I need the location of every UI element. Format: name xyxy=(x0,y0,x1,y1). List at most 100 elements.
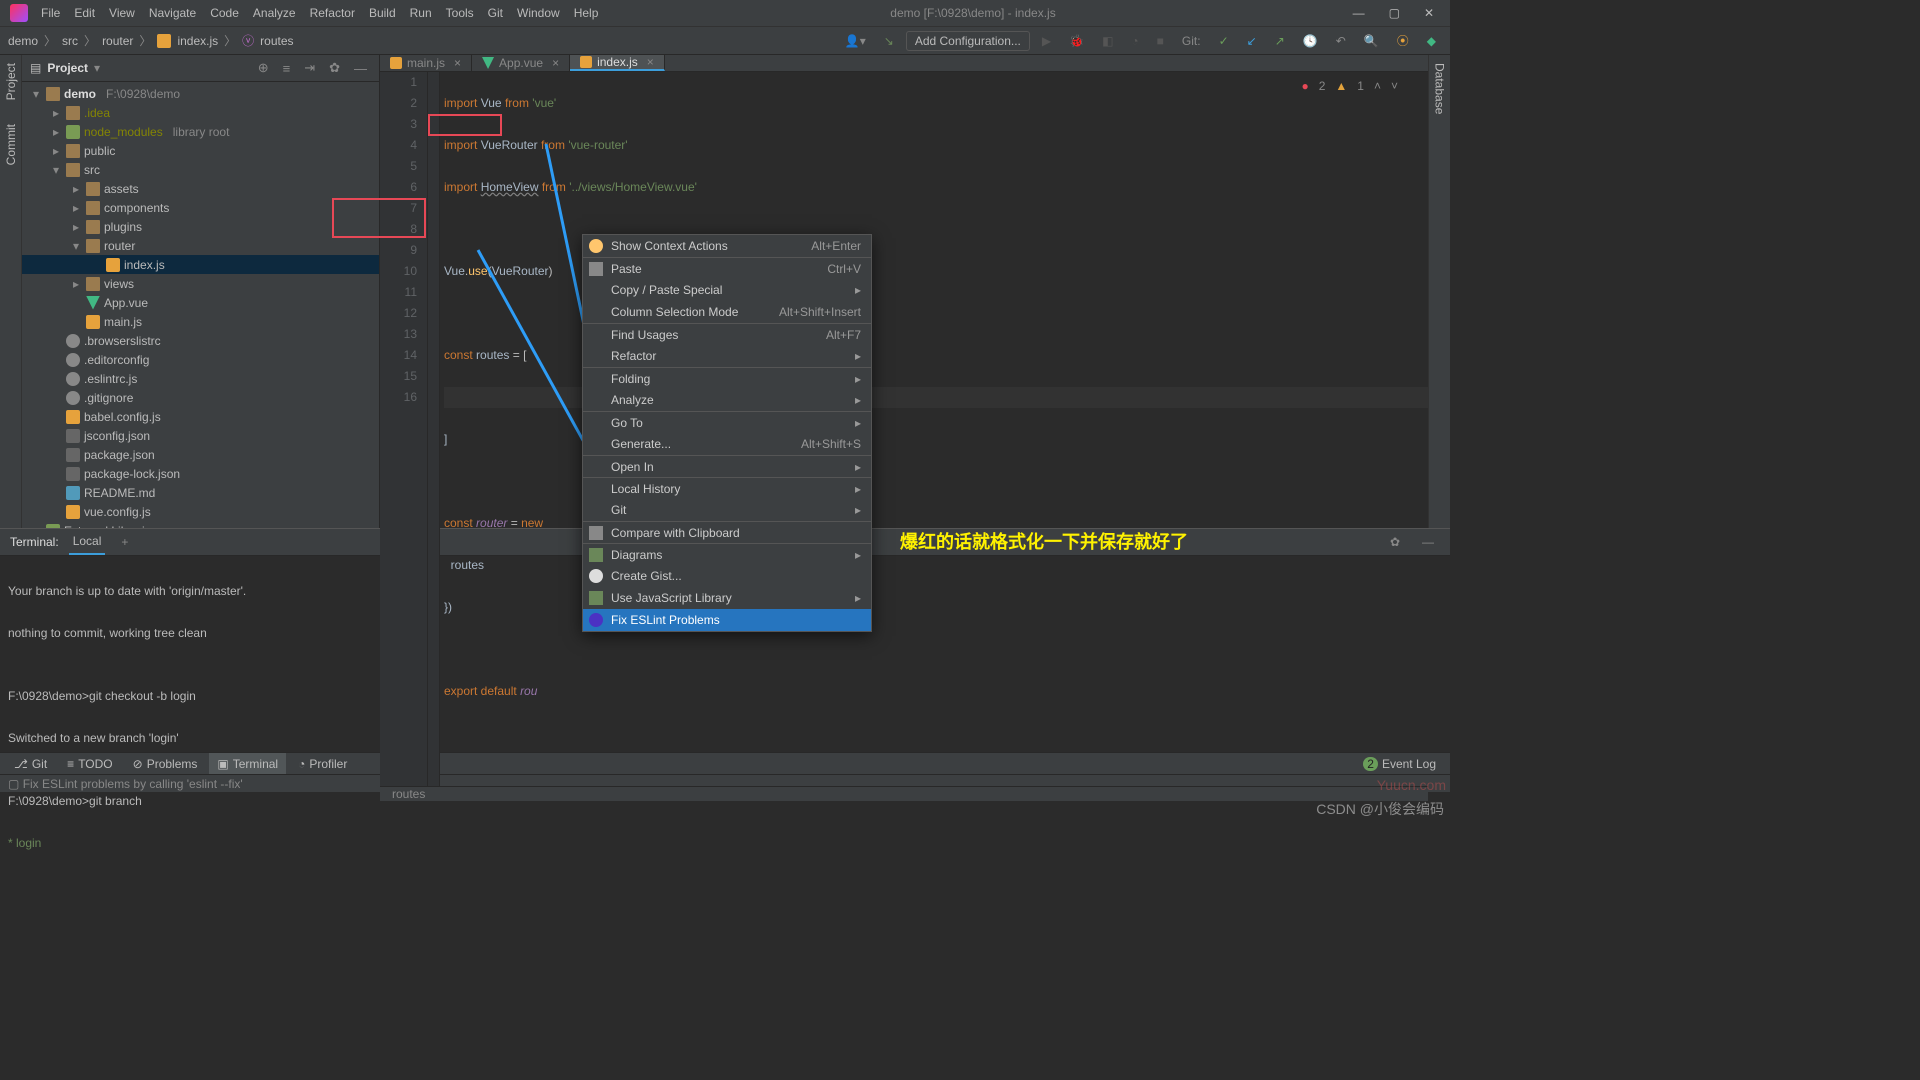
ctx-paste[interactable]: PasteCtrl+V xyxy=(583,257,871,279)
ctx-copy-paste-special[interactable]: Copy / Paste Special▸ xyxy=(583,279,871,301)
ctx-column-selection[interactable]: Column Selection ModeAlt+Shift+Insert xyxy=(583,301,871,323)
ctx-create-gist[interactable]: Create Gist... xyxy=(583,565,871,587)
ide-features-icon[interactable]: ⦿ xyxy=(1391,32,1415,49)
maximize-button[interactable]: ▢ xyxy=(1377,6,1412,20)
eslint-icon xyxy=(589,613,603,627)
line-gutter: 1234 5678 9101112 13141516 xyxy=(380,72,428,786)
menu-navigate[interactable]: Navigate xyxy=(142,0,203,26)
tree-extlib: External Libraries xyxy=(64,524,157,529)
crumb-indexjs[interactable]: index.js xyxy=(177,34,218,48)
add-configuration-button[interactable]: Add Configuration... xyxy=(906,31,1030,51)
ctx-git[interactable]: Git▸ xyxy=(583,499,871,521)
ctx-show-context-actions[interactable]: Show Context ActionsAlt+Enter xyxy=(583,235,871,257)
git-label: Git: xyxy=(1176,34,1207,48)
ctx-diagrams[interactable]: Diagrams▸ xyxy=(583,543,871,565)
run-icon[interactable]: ▶ xyxy=(1036,34,1057,48)
menubar: File Edit View Navigate Code Analyze Ref… xyxy=(0,0,1450,27)
ctx-generate[interactable]: Generate...Alt+Shift+S xyxy=(583,433,871,455)
ctx-find-usages[interactable]: Find UsagesAlt+F7 xyxy=(583,323,871,345)
menu-code[interactable]: Code xyxy=(203,0,246,26)
menu-build[interactable]: Build xyxy=(362,0,403,26)
minimize-button[interactable]: — xyxy=(1341,6,1377,20)
menu-window[interactable]: Window xyxy=(510,0,567,26)
commit-tool-button[interactable]: Commit xyxy=(4,124,18,165)
crumb-router[interactable]: router xyxy=(102,34,133,48)
close-icon[interactable]: × xyxy=(552,56,559,70)
status-tw-icon[interactable]: ▢ xyxy=(8,777,19,791)
compare-icon xyxy=(589,526,603,540)
fold-gutter[interactable] xyxy=(428,72,440,786)
tab-appvue[interactable]: App.vue× xyxy=(472,55,570,71)
profile-icon[interactable]: ◔ xyxy=(1125,34,1144,48)
menu-file[interactable]: File xyxy=(34,0,67,26)
project-tool-button[interactable]: Project xyxy=(4,63,18,100)
git-rollback-icon[interactable]: ↶ xyxy=(1330,34,1352,48)
chevron-up-icon[interactable]: ˄ xyxy=(1374,76,1381,97)
status-message: Fix ESLint problems by calling 'eslint -… xyxy=(23,777,243,791)
editor-breadcrumb[interactable]: routes xyxy=(380,786,1428,801)
settings-icon[interactable]: ✿ xyxy=(325,60,344,76)
git-push-icon[interactable]: ↗ xyxy=(1269,34,1291,48)
menu-git[interactable]: Git xyxy=(481,0,510,26)
js-icon xyxy=(580,56,592,68)
close-icon[interactable]: × xyxy=(647,55,654,69)
ctx-folding[interactable]: Folding▸ xyxy=(583,367,871,389)
ctx-fix-eslint[interactable]: Fix ESLint Problems xyxy=(583,609,871,631)
project-title[interactable]: Project xyxy=(47,61,88,75)
editor-body[interactable]: 1234 5678 9101112 13141516 import Vue fr… xyxy=(380,72,1428,786)
menu-view[interactable]: View xyxy=(102,0,142,26)
tree-package: package.json xyxy=(84,448,155,462)
user-icon[interactable]: 👤▾ xyxy=(839,34,872,48)
debug-icon[interactable]: 🐞 xyxy=(1063,34,1090,48)
expand-all-icon[interactable]: ≡ xyxy=(279,61,295,76)
ctx-local-history[interactable]: Local History▸ xyxy=(583,477,871,499)
menu-analyze[interactable]: Analyze xyxy=(246,0,303,26)
terminal-tab-local[interactable]: Local xyxy=(69,529,106,555)
database-tool-button[interactable]: Database xyxy=(1433,63,1447,114)
search-icon[interactable]: 🔍 xyxy=(1358,34,1385,48)
terminal-title: Terminal: xyxy=(10,535,59,549)
stop-icon[interactable]: ■ xyxy=(1151,34,1170,48)
menu-refactor[interactable]: Refactor xyxy=(303,0,362,26)
coverage-icon[interactable]: ◧ xyxy=(1096,34,1119,48)
menu-help[interactable]: Help xyxy=(567,0,606,26)
project-dropdown-icon[interactable]: ▾ xyxy=(94,61,100,75)
tab-indexjs[interactable]: index.js× xyxy=(570,55,665,71)
bottom-todo[interactable]: ≡TODO xyxy=(59,753,120,774)
ctx-refactor[interactable]: Refactor▸ xyxy=(583,345,871,367)
crumb-demo[interactable]: demo xyxy=(8,34,38,48)
bottom-git[interactable]: ⎇Git xyxy=(6,753,55,774)
crumb-routes[interactable]: routes xyxy=(260,34,293,48)
git-update-icon[interactable]: ↙ xyxy=(1241,34,1263,48)
hide-icon[interactable]: — xyxy=(350,61,371,76)
menu-run[interactable]: Run xyxy=(403,0,439,26)
close-icon[interactable]: × xyxy=(454,56,461,70)
ctx-compare-clipboard[interactable]: Compare with Clipboard xyxy=(583,521,871,543)
ctx-use-js-library[interactable]: Use JavaScript Library▸ xyxy=(583,587,871,609)
select-opened-icon[interactable]: ⊕ xyxy=(254,60,273,76)
menu-edit[interactable]: Edit xyxy=(67,0,102,26)
chevron-down-icon[interactable]: ˅ xyxy=(1391,76,1398,97)
git-history-icon[interactable]: 🕓 xyxy=(1297,34,1324,48)
crumb-src[interactable]: src xyxy=(62,34,78,48)
ctx-goto[interactable]: Go To▸ xyxy=(583,411,871,433)
build-icon[interactable]: ↘ xyxy=(878,34,900,48)
bottom-terminal[interactable]: ▣Terminal xyxy=(209,753,286,774)
close-button[interactable]: ✕ xyxy=(1412,6,1446,20)
tree-eslintrc: .eslintrc.js xyxy=(84,372,137,386)
inspections-widget[interactable]: ●2 ▲1 ˄ ˅ xyxy=(1301,76,1398,97)
tree-babel: babel.config.js xyxy=(84,410,161,424)
editor: main.js× App.vue× index.js× 1234 5678 91… xyxy=(380,55,1428,528)
tab-mainjs[interactable]: main.js× xyxy=(380,55,472,71)
ctx-open-in[interactable]: Open In▸ xyxy=(583,455,871,477)
git-commit-icon[interactable]: ✓ xyxy=(1213,34,1235,48)
bottom-problems[interactable]: ⊘Problems xyxy=(125,753,206,774)
terminal-add-tab[interactable]: + xyxy=(115,535,134,549)
bottom-profiler[interactable]: ◔Profiler xyxy=(290,753,355,774)
menu-tools[interactable]: Tools xyxy=(439,0,481,26)
project-tree[interactable]: ▾demoF:\0928\demo ▸.idea ▸node_modulesli… xyxy=(22,82,379,528)
ctx-analyze[interactable]: Analyze▸ xyxy=(583,389,871,411)
collapse-all-icon[interactable]: ⇥ xyxy=(300,60,319,76)
codewithme-icon[interactable]: ◆ xyxy=(1421,34,1442,48)
var-icon: ⓥ xyxy=(242,32,254,49)
